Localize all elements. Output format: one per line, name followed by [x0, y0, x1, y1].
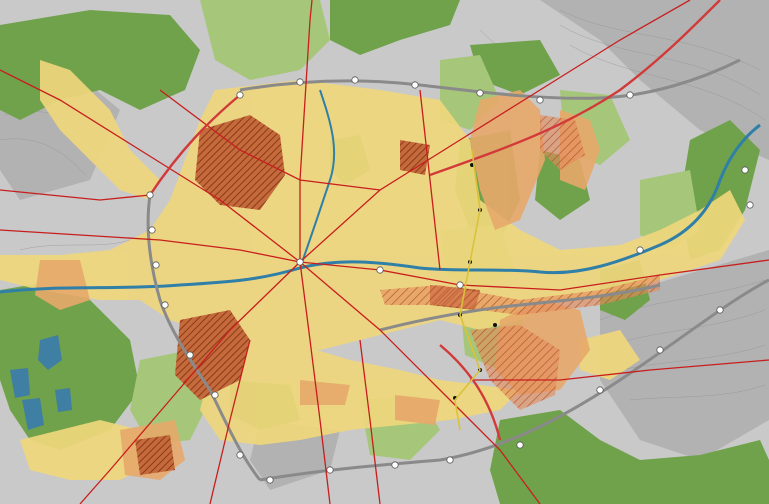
city-land-use-map[interactable] [0, 0, 769, 504]
